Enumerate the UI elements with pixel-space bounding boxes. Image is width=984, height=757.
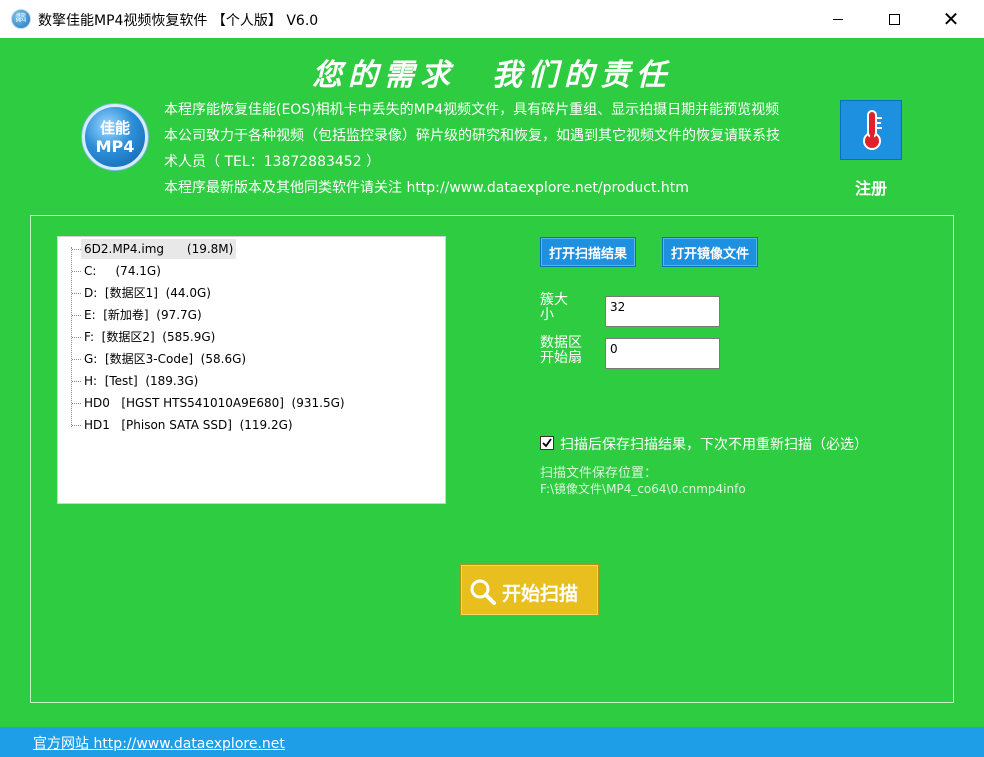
tree-item-label: HD0 [HGST HTS541010A9E680] (931.5G)	[84, 396, 345, 410]
maximize-icon	[888, 13, 900, 25]
open-image-file-button[interactable]: 打开镜像文件	[662, 237, 758, 267]
search-icon	[470, 579, 496, 605]
save-location-title: 扫描文件保存位置：	[540, 466, 658, 481]
tree-item-label: G: [数据区3-Code] (58.6G)	[84, 352, 247, 366]
tree-item-label: F: [数据区2] (585.9G)	[84, 330, 216, 344]
data-start-sector-input[interactable]: 0	[605, 338, 720, 369]
cluster-size-input[interactable]: 32	[605, 296, 720, 327]
title-bar: 佳能MP4 数擎佳能MP4视频恢复软件 【个人版】 V6.0 ✕	[0, 0, 984, 38]
minimize-button[interactable]	[815, 0, 861, 38]
cluster-size-label: 簇大 小	[540, 292, 568, 323]
save-location-path: F:\镜像文件\MP4_co64\0.cnmp4info	[540, 482, 746, 496]
logo: 佳能 MP4	[82, 104, 148, 170]
slogan: 您的需求 我们的责任	[312, 58, 672, 93]
close-icon: ✕	[942, 7, 960, 31]
tree-item-label: H: [Test] (189.3G)	[84, 374, 199, 388]
app-icon-text: 佳能MP4	[15, 13, 27, 24]
logo-line2: MP4	[95, 137, 135, 156]
minimize-icon	[833, 18, 843, 20]
window-title: 数擎佳能MP4视频恢复软件 【个人版】 V6.0	[38, 13, 319, 29]
close-button[interactable]: ✕	[928, 0, 974, 38]
app-icon: 佳能MP4	[11, 9, 31, 29]
logo-line1: 佳能	[99, 119, 130, 137]
info-line-3: 术人员（ TEL：13872883452 ）	[164, 154, 381, 170]
data-start-sector-label: 数据区 开始扇	[540, 335, 582, 366]
start-scan-button[interactable]: 开始扫描	[460, 564, 599, 616]
tree-item-label: 6D2.MP4.img (19.8M)	[81, 239, 237, 259]
info-line-1: 本程序能恢复佳能(EOS)相机卡中丢失的MP4视频文件，具有碎片重组、显示拍摄日…	[164, 102, 780, 118]
official-website-link[interactable]: 官方网站 http://www.dataexplore.net	[33, 733, 285, 753]
drive-tree[interactable]: 6D2.MP4.img (19.8M) C: (74.1G) D: [数据区1]…	[57, 236, 446, 504]
open-scan-result-button[interactable]: 打开扫描结果	[540, 237, 636, 267]
footer-bar: 官方网站 http://www.dataexplore.net	[0, 727, 984, 757]
tree-item-label: HD1 [Phison SATA SSD] (119.2G)	[84, 418, 293, 432]
start-scan-label: 开始扫描	[502, 583, 579, 605]
save-result-checkbox[interactable]	[540, 436, 554, 450]
info-line-4[interactable]: 本程序最新版本及其他同类软件请关注 http://www.dataexplore…	[164, 177, 689, 197]
save-result-label[interactable]: 扫描后保存扫描结果，下次不用重新扫描（必选）	[560, 434, 868, 454]
tree-item-label: D: [数据区1] (44.0G)	[84, 286, 211, 300]
checkmark-icon	[542, 438, 552, 448]
maximize-button[interactable]	[871, 0, 917, 38]
info-line-2: 本公司致力于各种视频（包括监控录像）碎片级的研究和恢复，如遇到其它视频文件的恢复…	[164, 128, 780, 144]
register-label[interactable]: 注册	[840, 175, 902, 199]
tree-item-label: E: [新加卷] (97.7G)	[84, 308, 202, 322]
tree-item-label: C: (74.1G)	[84, 264, 161, 278]
thermometer-key-icon	[863, 110, 882, 150]
register-button[interactable]	[840, 100, 902, 160]
